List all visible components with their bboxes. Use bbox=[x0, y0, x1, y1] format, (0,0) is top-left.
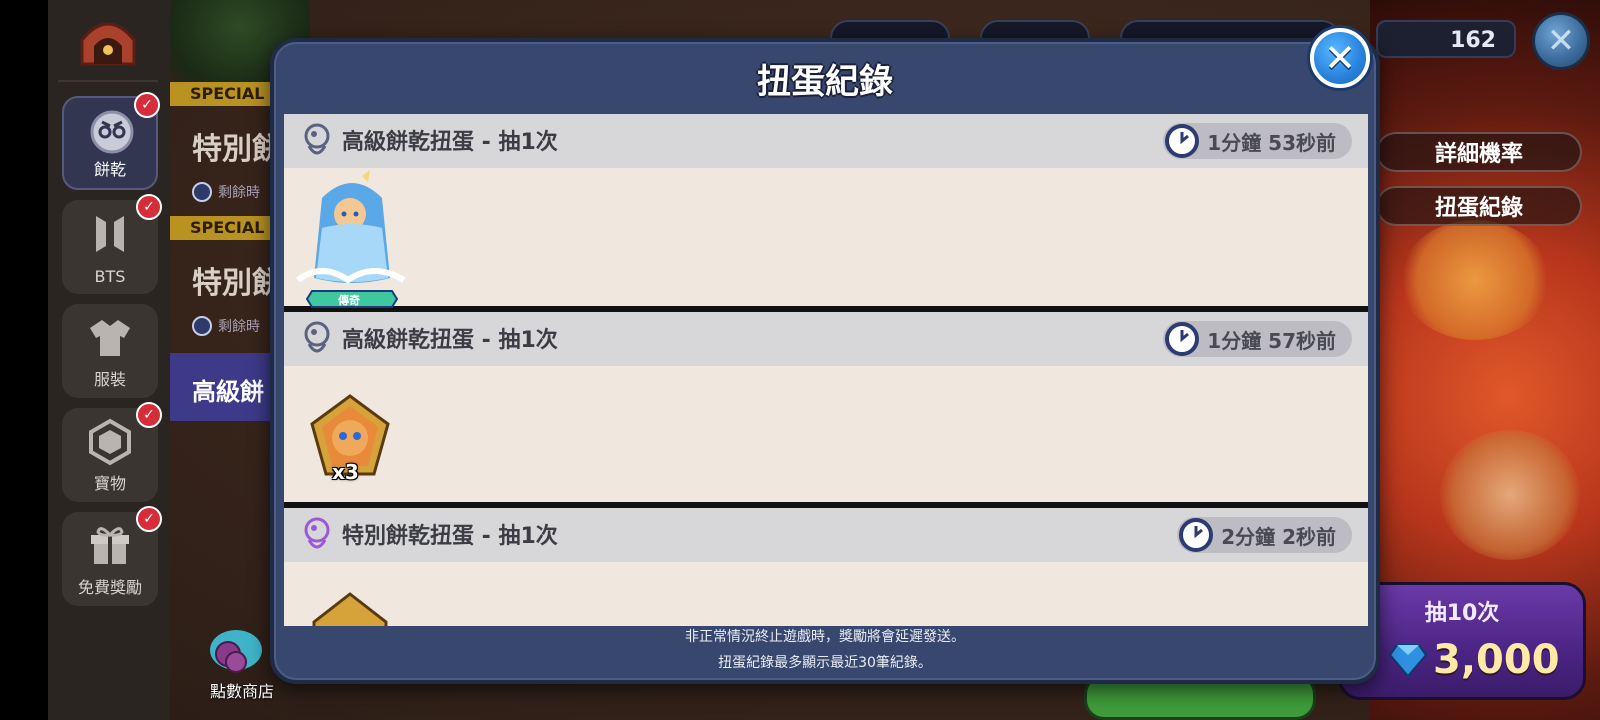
check-icon: ✓ bbox=[141, 97, 153, 113]
sidebar-item-cookies[interactable]: 餅乾 ✓ bbox=[62, 92, 160, 190]
notification-badge: ✓ bbox=[136, 402, 162, 428]
gem-count-value: 162 bbox=[1450, 28, 1496, 53]
entry-time-text: 2分鐘 2秒前 bbox=[1221, 524, 1336, 549]
banner-title-active[interactable]: 高級餅 bbox=[192, 372, 264, 407]
sidebar-item-label: 寶物 bbox=[93, 474, 126, 493]
history-entry: 高級餅乾扭蛋 - 抽1次 1分鐘 53秒前 傳奇 bbox=[284, 114, 1368, 308]
banner-remaining: 剩餘時 bbox=[192, 182, 260, 202]
clock-icon bbox=[1165, 124, 1200, 158]
soulstone-icon[interactable] bbox=[312, 592, 388, 626]
points-shop-icon[interactable] bbox=[206, 610, 276, 674]
sidebar-item-label: 服裝 bbox=[93, 370, 126, 389]
entry-name: 特別餅乾扭蛋 - 抽1次 bbox=[342, 524, 558, 549]
featured-cookie-art-highlight bbox=[1440, 430, 1580, 560]
remaining-label: 剩餘時 bbox=[218, 185, 260, 201]
history-entry: 特別餅乾扭蛋 - 抽1次 2分鐘 2秒前 bbox=[284, 508, 1368, 626]
gacha-history-button[interactable]: 扭蛋紀錄 bbox=[1376, 186, 1582, 226]
check-icon: ✓ bbox=[143, 511, 155, 527]
gacha-history-modal: 扭蛋紀錄 ✕ 高級餅乾扭蛋 - 抽1次 1分鐘 53秒前 傳奇 高級餅乾扭蛋 -… bbox=[270, 28, 1380, 684]
close-gacha-button[interactable]: ✕ bbox=[1532, 12, 1590, 70]
sidebar-item-label: 免費獎勵 bbox=[77, 578, 142, 597]
clock-icon bbox=[1165, 322, 1200, 356]
banner-remaining: 剩餘時 bbox=[192, 316, 260, 336]
featured-cookie-art-highlight bbox=[1400, 220, 1550, 340]
close-icon: ✕ bbox=[1324, 36, 1356, 80]
notification-badge: ✓ bbox=[136, 506, 162, 532]
premium-gacha-icon bbox=[304, 321, 330, 353]
gem-counter: 162 bbox=[1376, 20, 1516, 58]
entry-header: 高級餅乾扭蛋 - 抽1次 1分鐘 57秒前 bbox=[284, 312, 1368, 366]
shirt-icon bbox=[90, 320, 130, 356]
banner-title[interactable]: 特別餅 bbox=[192, 258, 282, 302]
hexagon-treasure-icon bbox=[89, 418, 131, 466]
bts-logo-icon bbox=[96, 216, 124, 252]
clock-icon bbox=[192, 316, 212, 336]
cookie-face-icon bbox=[90, 110, 134, 154]
footer-note-limit: 扭蛋紀錄最多顯示最近30筆紀錄。 bbox=[718, 655, 932, 671]
notification-badge: ✓ bbox=[134, 92, 160, 118]
sidebar-item-bts[interactable]: BTS ✓ bbox=[62, 194, 162, 294]
modal-footer: 非正常情況終止遊戲時，獎勵將會延遲發送。 扭蛋紀錄最多顯示最近30筆紀錄。 bbox=[274, 624, 1376, 680]
points-shop-label[interactable]: 點數商店 bbox=[210, 678, 274, 702]
history-list[interactable]: 高級餅乾扭蛋 - 抽1次 1分鐘 53秒前 傳奇 高級餅乾扭蛋 - 抽1次 1分… bbox=[284, 114, 1368, 626]
special-tag: SPECIAL bbox=[170, 82, 270, 106]
special-tag: SPECIAL bbox=[170, 216, 270, 240]
modal-close-button[interactable]: ✕ bbox=[1310, 28, 1370, 88]
entry-time: 1分鐘 57秒前 bbox=[1163, 321, 1352, 357]
gift-icon bbox=[91, 527, 129, 564]
special-gacha-icon bbox=[304, 517, 330, 549]
screen-edge bbox=[0, 0, 48, 720]
notification-badge: ✓ bbox=[136, 194, 162, 220]
entry-time: 2分鐘 2秒前 bbox=[1177, 517, 1352, 553]
entry-name: 高級餅乾扭蛋 - 抽1次 bbox=[342, 328, 558, 353]
reward-quantity: x3 bbox=[332, 460, 359, 484]
draw-10-price: 3,000 bbox=[1433, 637, 1560, 683]
check-icon: ✓ bbox=[143, 407, 155, 423]
sidebar-item-free-rewards[interactable]: 免費獎勵 ✓ bbox=[62, 506, 162, 606]
entry-time-text: 1分鐘 53秒前 bbox=[1207, 130, 1336, 155]
entry-header: 高級餅乾扭蛋 - 抽1次 1分鐘 53秒前 bbox=[284, 114, 1368, 168]
close-icon: ✕ bbox=[1546, 21, 1576, 61]
sidebar-item-label: BTS bbox=[94, 267, 126, 286]
modal-title: 扭蛋紀錄 bbox=[757, 62, 893, 102]
rarity-label: 傳奇 bbox=[338, 294, 360, 307]
sidebar-divider bbox=[58, 80, 158, 82]
detailed-odds-button[interactable]: 詳細機率 bbox=[1376, 132, 1582, 172]
clock-icon bbox=[192, 182, 212, 202]
history-entry: 高級餅乾扭蛋 - 抽1次 1分鐘 57秒前 x3 bbox=[284, 312, 1368, 502]
sidebar-item-costumes[interactable]: 服裝 bbox=[62, 304, 158, 398]
footer-note-delay: 非正常情況終止遊戲時，獎勵將會延遲發送。 bbox=[685, 629, 965, 645]
sea-fairy-cookie-icon[interactable] bbox=[292, 168, 412, 304]
banner-title[interactable]: 特別餅 bbox=[192, 124, 282, 168]
clock-icon bbox=[1179, 518, 1214, 552]
entry-time-text: 1分鐘 57秒前 bbox=[1207, 328, 1336, 353]
check-icon: ✓ bbox=[143, 199, 155, 215]
oven-logo-icon[interactable] bbox=[76, 14, 140, 68]
entry-time: 1分鐘 53秒前 bbox=[1163, 123, 1352, 159]
sidebar-item-treasures[interactable]: 寶物 ✓ bbox=[62, 402, 162, 502]
premium-gacha-icon bbox=[304, 123, 330, 155]
sidebar-item-label: 餅乾 bbox=[93, 160, 126, 179]
remaining-label: 剩餘時 bbox=[218, 319, 260, 335]
entry-header: 特別餅乾扭蛋 - 抽1次 2分鐘 2秒前 bbox=[284, 508, 1368, 562]
crystal-icon bbox=[1389, 644, 1427, 677]
entry-name: 高級餅乾扭蛋 - 抽1次 bbox=[342, 130, 558, 155]
